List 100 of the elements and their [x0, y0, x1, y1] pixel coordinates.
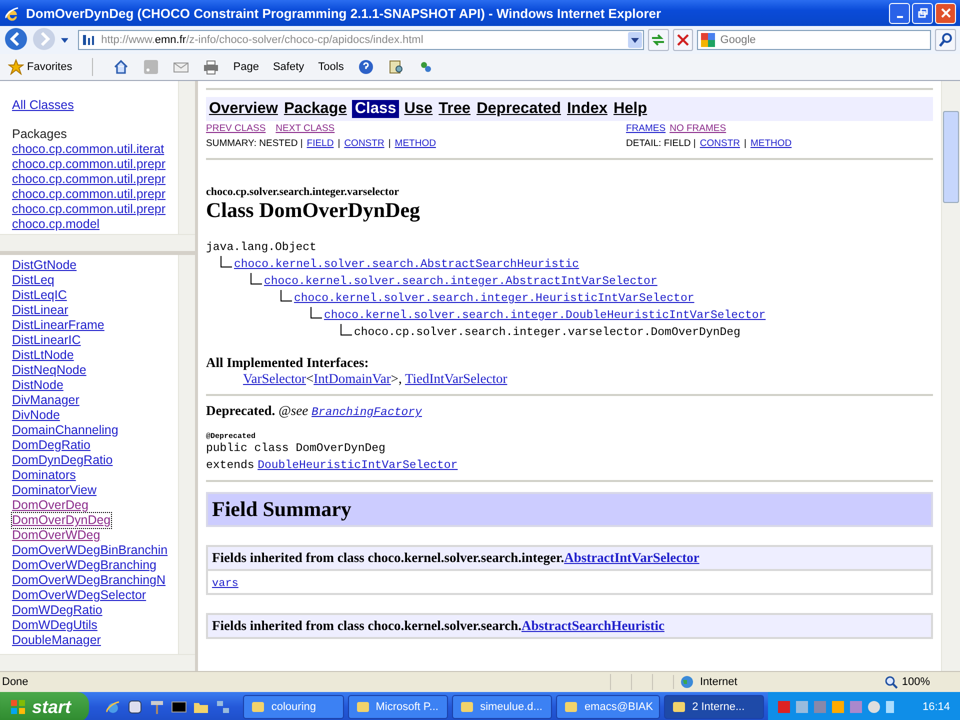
app-icon[interactable]: [127, 699, 144, 715]
class-link[interactable]: DistNeqNode: [12, 363, 86, 378]
scrollbar[interactable]: [178, 81, 195, 234]
tree-branch-icon: [340, 324, 352, 336]
ie-logo-icon: [4, 5, 20, 21]
see-link[interactable]: BranchingFactory: [312, 406, 422, 419]
class-link[interactable]: DomDegRatio: [12, 438, 91, 453]
deprecated-label: Deprecated.: [206, 403, 276, 418]
separator: |: [388, 137, 391, 151]
class-link[interactable]: choco.kernel.solver.search.integer.HeuristicIntVarSelector: [294, 292, 694, 305]
stop-button[interactable]: [672, 29, 694, 51]
taskbar-button[interactable]: colouring: [243, 695, 344, 719]
detail-link[interactable]: METHOD: [750, 137, 792, 151]
nav-tab[interactable]: Class: [352, 100, 400, 118]
close-button[interactable]: [935, 2, 956, 24]
nav-tab[interactable]: Index: [566, 100, 608, 118]
class-link[interactable]: DoubleManager: [12, 633, 101, 648]
class-link[interactable]: DomainChanneling: [12, 423, 118, 438]
class-link[interactable]: DivNode: [12, 408, 60, 423]
interface-link[interactable]: IntDomainVar: [314, 371, 391, 386]
class-link[interactable]: Dominators: [12, 468, 76, 483]
frames-link[interactable]: FRAMES: [626, 122, 666, 136]
class-link[interactable]: DomOverWDegBinBranchin: [12, 543, 168, 558]
class-link[interactable]: DistGtNode: [12, 258, 77, 273]
all-classes-link[interactable]: All Classes: [12, 98, 178, 112]
package-link[interactable]: choco.cp.common.util.prepr: [12, 187, 166, 202]
class-link[interactable]: DistNode: [12, 378, 64, 393]
prev-class-link[interactable]: PREV CLASS: [206, 122, 266, 136]
address-field[interactable]: http://www.emn.fr/z-info/choco-solver/choco-cp/apidocs/index.html: [78, 30, 644, 50]
package-link[interactable]: choco.cp.common.util.prepr: [12, 157, 166, 172]
package-link[interactable]: choco.cp.common.util.iterat: [12, 142, 164, 157]
class-link[interactable]: DistLinearIC: [12, 333, 81, 348]
refresh-button[interactable]: [648, 29, 669, 51]
class-link[interactable]: DomDynDegRatio: [12, 453, 113, 468]
menu-button[interactable]: Safety: [268, 59, 308, 75]
nav-tab[interactable]: Use: [403, 100, 434, 118]
field-name-link[interactable]: vars: [212, 578, 238, 590]
taskbar-button[interactable]: Microsoft P...: [348, 695, 448, 719]
minimize-button[interactable]: [889, 2, 910, 24]
extends-keyword: extends: [206, 459, 254, 472]
menu-button[interactable]: Tools: [314, 59, 348, 75]
class-link[interactable]: DomOverDeg: [12, 498, 88, 513]
class-link[interactable]: DomOverWDegBranching: [12, 558, 156, 573]
class-link[interactable]: DistLeq: [12, 273, 54, 288]
package-link[interactable]: choco.cp.common.util.prepr: [12, 172, 166, 187]
hammer-icon[interactable]: [149, 699, 166, 715]
class-link[interactable]: DomOverWDegSelector: [12, 588, 146, 603]
caret-icon[interactable]: [60, 38, 68, 42]
menu-button[interactable]: Page: [229, 59, 263, 75]
package-link[interactable]: choco.cp.common.util.prepr: [12, 202, 166, 217]
summary-link[interactable]: CONSTR: [344, 137, 384, 151]
interface-link[interactable]: TiedIntVarSelector: [404, 371, 508, 386]
see-label: @see: [278, 403, 308, 418]
taskbar-button[interactable]: emacs@BIAK: [556, 695, 660, 719]
scrollbar[interactable]: [0, 654, 195, 671]
scrollbar[interactable]: [178, 255, 195, 654]
taskbar-button[interactable]: 2 Interne...: [664, 695, 764, 719]
class-link[interactable]: DistLinearFrame: [12, 318, 104, 333]
detail-link[interactable]: CONSTR: [700, 137, 740, 151]
interface-link[interactable]: VarSelector: [243, 371, 306, 386]
next-class-link[interactable]: NEXT CLASS: [276, 122, 335, 136]
class-link[interactable]: choco.kernel.solver.search.integer.DoubleHeuristicIntVarSelector: [324, 309, 766, 322]
nav-tab[interactable]: Overview: [208, 100, 279, 118]
class-link[interactable]: DomOverDynDeg: [12, 513, 111, 528]
summary-link[interactable]: METHOD: [394, 137, 436, 151]
package-link[interactable]: choco.cp.model: [12, 217, 100, 232]
back-button[interactable]: [4, 27, 28, 53]
class-link[interactable]: DomOverWDeg: [12, 528, 100, 543]
nav-tab[interactable]: Deprecated: [476, 100, 562, 118]
nav-tab[interactable]: Tree: [438, 100, 472, 118]
class-link[interactable]: AbstractIntVarSelector: [564, 550, 700, 565]
taskbar-button[interactable]: simeulue.d...: [452, 695, 552, 719]
ie-logo-icon[interactable]: [105, 699, 122, 715]
summary-link[interactable]: FIELD: [306, 137, 334, 151]
favorites-button[interactable]: Favorites: [4, 57, 76, 77]
class-link[interactable]: DistLinear: [12, 303, 68, 318]
start-button[interactable]: start: [0, 692, 90, 720]
search-field[interactable]: Google: [697, 30, 932, 50]
class-link[interactable]: DominatorView: [12, 483, 97, 498]
class-link[interactable]: DistLeqIC: [12, 288, 67, 303]
terminal-icon[interactable]: [171, 699, 188, 715]
class-link[interactable]: DomWDegRatio: [12, 603, 102, 618]
scrollbar[interactable]: [0, 234, 195, 251]
nav-tab[interactable]: Package: [282, 100, 348, 118]
class-link[interactable]: DivManager: [12, 393, 80, 408]
zoom-button[interactable]: 100%: [840, 674, 960, 690]
class-link[interactable]: choco.kernel.solver.search.AbstractSearchHeuristic: [234, 258, 580, 271]
no-frames-link[interactable]: NO FRAMES: [670, 122, 726, 136]
nav-tab[interactable]: Help: [612, 100, 648, 118]
superclass-link[interactable]: DoubleHeuristicIntVarSelector: [258, 459, 458, 472]
search-button[interactable]: [935, 29, 956, 51]
restore-button[interactable]: [912, 2, 933, 24]
dropdown-icon[interactable]: [628, 32, 642, 48]
class-link[interactable]: DistLtNode: [12, 348, 74, 363]
class-link[interactable]: AbstractSearchHeuristic: [521, 618, 664, 633]
scrollbar[interactable]: [941, 81, 960, 671]
class-name: choco.cp.solver.search.integer.varselector.DomOverDynDeg: [354, 326, 740, 339]
class-link[interactable]: DomWDegUtils: [12, 618, 98, 633]
class-link[interactable]: DomOverWDegBranchingN: [12, 573, 166, 588]
class-link[interactable]: choco.kernel.solver.search.integer.AbstractIntVarSelector: [264, 275, 658, 288]
